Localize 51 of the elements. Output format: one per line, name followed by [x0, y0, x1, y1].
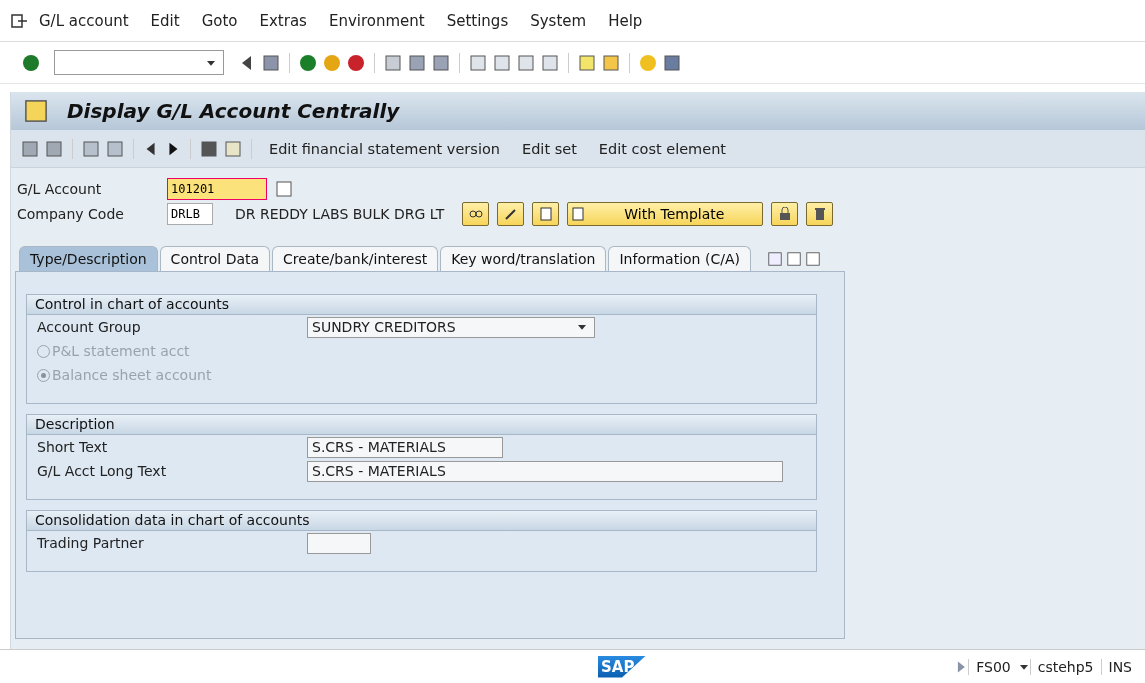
group-title: Consolidation data in chart of accounts — [27, 511, 816, 531]
trash-icon — [813, 207, 826, 221]
menu-item[interactable]: Extras — [248, 11, 318, 30]
page-icon — [539, 207, 552, 221]
delete-button[interactable] — [806, 202, 834, 226]
lock-icon — [778, 207, 791, 221]
company-name: DR REDDY LABS BULK DRG LT — [235, 206, 445, 222]
pencil-icon — [503, 207, 518, 221]
group-title: Description — [27, 415, 816, 435]
text-field[interactable]: S.CRS - MATERIALS — [307, 436, 503, 458]
toolbar-button[interactable]: Edit cost element — [590, 140, 735, 157]
field-label: Account Group — [37, 319, 142, 335]
tab[interactable]: Type/Description — [19, 246, 158, 271]
text-field[interactable]: S.CRS - MATERIALS — [307, 460, 783, 482]
create-button[interactable] — [532, 202, 560, 226]
tab[interactable]: Information (C/A) — [608, 246, 751, 271]
field-label: G/L Acct Long Text — [37, 463, 168, 479]
edit-button[interactable] — [497, 202, 525, 226]
field-label: G/L Account — [17, 181, 103, 197]
field-label: Trading Partner — [37, 535, 145, 551]
menu-item[interactable]: Edit — [139, 11, 191, 30]
logo: SAP — [598, 655, 646, 678]
account-group-dropdown[interactable]: SUNDRY CREDITORS — [307, 316, 595, 338]
lock-button[interactable] — [771, 202, 799, 226]
screen-title: Display G/L Account Centrally — [67, 99, 400, 123]
transaction-code[interactable]: FS00 — [968, 658, 1018, 675]
tab[interactable]: Create/bank/interest — [272, 246, 439, 271]
tab[interactable]: Key word/translation — [440, 246, 607, 271]
command-field[interactable] — [54, 50, 224, 75]
text-field[interactable] — [307, 532, 371, 554]
with-template-button[interactable]: With Template — [567, 202, 764, 226]
toolbar-button[interactable]: Edit financial statement version — [261, 140, 508, 157]
menu-item[interactable]: Help — [597, 11, 654, 30]
tab[interactable]: Control Data — [159, 246, 271, 271]
page-icon — [572, 207, 585, 221]
company-code-field[interactable]: DRLB — [167, 203, 213, 225]
input-mode: INS — [1100, 658, 1139, 675]
display-change-button[interactable] — [462, 202, 490, 226]
field-label: Company Code — [17, 206, 125, 222]
menu-item[interactable]: Settings — [435, 11, 520, 30]
menu-item[interactable]: G/L account — [28, 11, 140, 30]
server-name: cstehp5 — [1029, 658, 1101, 675]
menu-item[interactable]: Environment — [317, 11, 436, 30]
menu-icon[interactable] — [10, 12, 28, 29]
menu-item[interactable]: Goto — [190, 11, 249, 30]
glasses-icon — [467, 207, 484, 221]
group-title: Control in chart of accounts — [27, 295, 816, 315]
field-label: Short Text — [37, 439, 109, 455]
menu-item[interactable]: System — [519, 11, 598, 30]
gl-account-field[interactable]: 101201 — [167, 178, 267, 200]
toolbar-button[interactable]: Edit set — [514, 140, 585, 157]
